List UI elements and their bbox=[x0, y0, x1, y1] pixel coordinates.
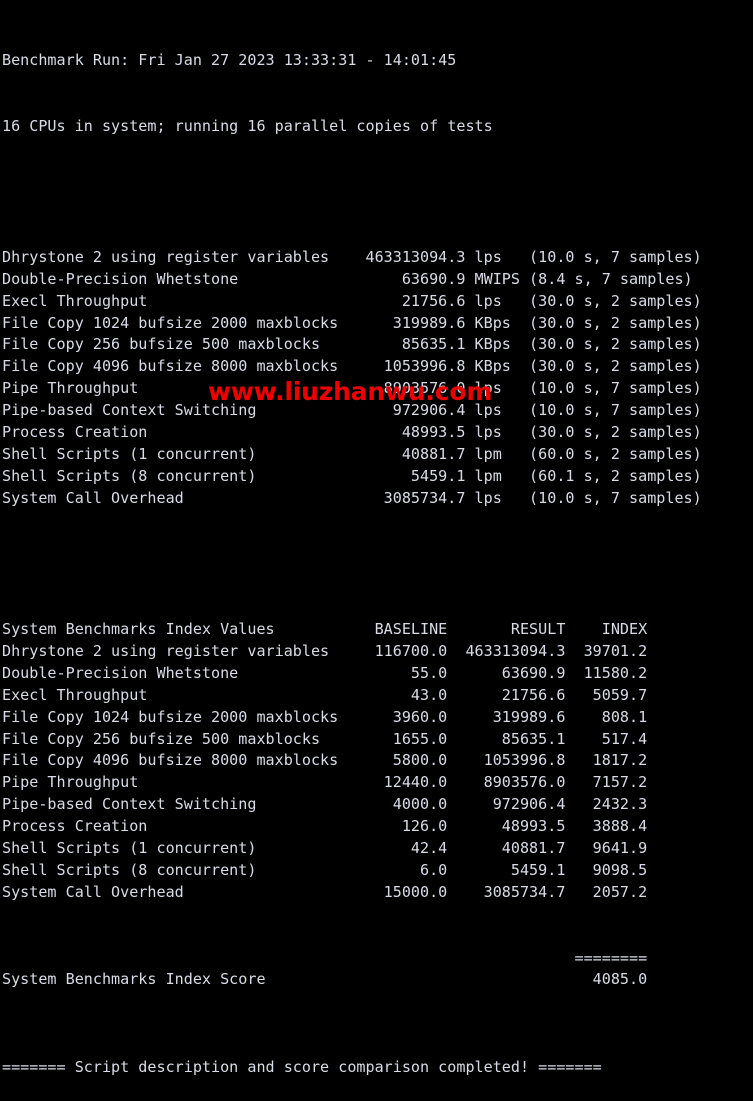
raw-result-row: Execl Throughput 21756.6 lps (30.0 s, 2 … bbox=[2, 291, 702, 310]
index-score-line: System Benchmarks Index Score 4085.0 bbox=[2, 970, 648, 989]
raw-result-row: Process Creation 48993.5 lps (30.0 s, 2 … bbox=[2, 423, 702, 442]
raw-result-row: System Call Overhead 3085734.7 lps (10.0… bbox=[2, 488, 702, 507]
footer-block: ======== System Benchmarks Index Score 40… bbox=[2, 948, 753, 1079]
raw-result-row: Dhrystone 2 using register variables 463… bbox=[2, 247, 702, 266]
benchmark-run-line: Benchmark Run: Fri Jan 27 2023 13:33:31 … bbox=[2, 50, 457, 69]
raw-result-row: Pipe Throughput 8903576.0 lps (10.0 s, 7… bbox=[2, 379, 702, 398]
index-table-row: File Copy 1024 bufsize 2000 maxblocks 39… bbox=[2, 707, 648, 726]
terminal-output: Benchmark Run: Fri Jan 27 2023 13:33:31 … bbox=[0, 0, 753, 1076]
index-table-row: Pipe-based Context Switching 4000.0 9729… bbox=[2, 795, 648, 814]
raw-result-row: File Copy 4096 bufsize 8000 maxblocks 10… bbox=[2, 357, 702, 376]
index-table-row: Execl Throughput 43.0 21756.6 5059.7 bbox=[2, 685, 648, 704]
raw-results-block: Dhrystone 2 using register variables 463… bbox=[2, 247, 753, 510]
index-table-row: Dhrystone 2 using register variables 116… bbox=[2, 642, 648, 661]
index-table-row: File Copy 4096 bufsize 8000 maxblocks 58… bbox=[2, 751, 648, 770]
index-table-row: Shell Scripts (1 concurrent) 42.4 40881.… bbox=[2, 839, 648, 858]
index-table-row: System Call Overhead 15000.0 3085734.7 2… bbox=[2, 882, 648, 901]
footer-line: ======= Script description and score com… bbox=[2, 1057, 602, 1076]
index-values-block: System Benchmarks Index Values BASELINE … bbox=[2, 619, 753, 904]
raw-result-row: Shell Scripts (1 concurrent) 40881.7 lpm… bbox=[2, 444, 702, 463]
raw-result-row: Pipe-based Context Switching 972906.4 lp… bbox=[2, 401, 702, 420]
raw-result-row: File Copy 256 bufsize 500 maxblocks 8563… bbox=[2, 335, 702, 354]
index-table-row: File Copy 256 bufsize 500 maxblocks 1655… bbox=[2, 729, 648, 748]
index-separator: ======== bbox=[2, 948, 648, 967]
index-table-header: System Benchmarks Index Values BASELINE … bbox=[2, 620, 648, 639]
cpu-info-line: 16 CPUs in system; running 16 parallel c… bbox=[2, 116, 493, 135]
index-table-row: Shell Scripts (8 concurrent) 6.0 5459.1 … bbox=[2, 860, 648, 879]
raw-result-row: Double-Precision Whetstone 63690.9 MWIPS… bbox=[2, 269, 693, 288]
raw-result-row: File Copy 1024 bufsize 2000 maxblocks 31… bbox=[2, 313, 702, 332]
index-table-row: Pipe Throughput 12440.0 8903576.0 7157.2 bbox=[2, 773, 648, 792]
index-table-row: Double-Precision Whetstone 55.0 63690.9 … bbox=[2, 663, 648, 682]
index-table-row: Process Creation 126.0 48993.5 3888.4 bbox=[2, 817, 648, 836]
raw-result-row: Shell Scripts (8 concurrent) 5459.1 lpm … bbox=[2, 466, 702, 485]
